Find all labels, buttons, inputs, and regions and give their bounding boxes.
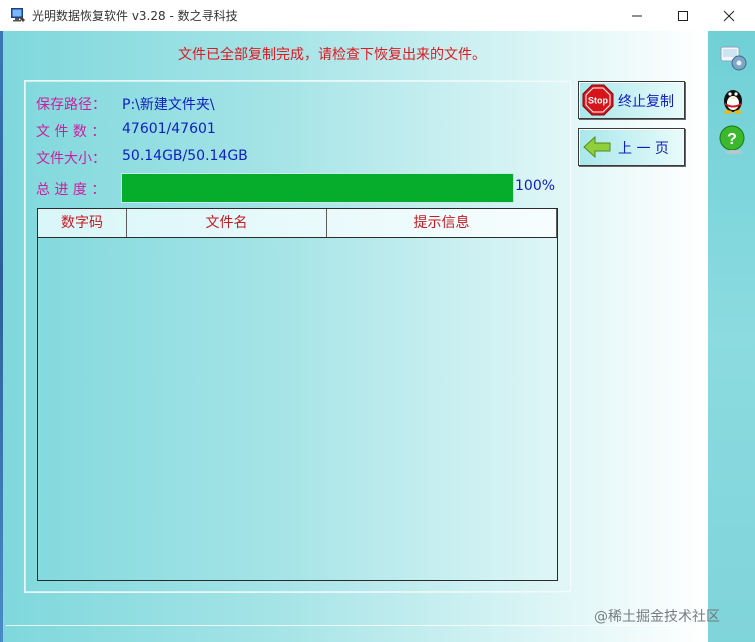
back-arrow-icon <box>583 136 611 158</box>
close-button[interactable] <box>706 0 752 31</box>
column-header-filename[interactable]: 文件名 <box>127 209 327 237</box>
previous-page-label: 上 一 页 <box>618 141 669 157</box>
maximize-icon <box>678 10 688 21</box>
qq-penguin-icon[interactable] <box>717 83 749 115</box>
file-count-label: 文 件 数 ： <box>36 124 106 140</box>
file-size-label: 文件大小： <box>36 151 106 167</box>
watermark-text: @稀土掘金技术社区 <box>594 609 720 625</box>
svg-text:?: ? <box>727 131 737 148</box>
progress-bar-fill <box>122 174 513 202</box>
table-header: 数字码 文件名 提示信息 <box>38 209 557 238</box>
window-title: 光明数据恢复软件 v3.28 - 数之寻科技 <box>32 9 238 23</box>
maximize-button[interactable] <box>660 0 706 31</box>
app-icon <box>11 8 25 22</box>
settings-icon[interactable] <box>717 41 749 73</box>
column-header-message[interactable]: 提示信息 <box>327 209 557 237</box>
right-toolbar: ? <box>706 31 755 642</box>
file-count-value: 47601/47601 <box>122 121 216 137</box>
main-area: 文件已全部复制完成，请检查下恢复出来的文件。 保存路径： P:\新建文件夹\ 文… <box>3 31 709 642</box>
progress-label: 总 进 度 ： <box>36 182 106 198</box>
minimize-button[interactable] <box>614 0 660 31</box>
status-message: 文件已全部复制完成，请检查下恢复出来的文件。 <box>178 47 486 63</box>
save-path-value: P:\新建文件夹\ <box>122 97 215 113</box>
stop-copy-label: 终止复制 <box>618 94 674 110</box>
file-list-table[interactable]: 数字码 文件名 提示信息 <box>37 208 558 581</box>
close-icon <box>723 10 735 21</box>
stop-sign-icon: Stop <box>582 84 614 116</box>
column-header-code[interactable]: 数字码 <box>38 209 127 237</box>
progress-bar <box>121 173 514 203</box>
minimize-icon <box>632 15 642 16</box>
file-size-value: 50.14GB/50.14GB <box>122 148 248 164</box>
previous-page-button[interactable]: 上 一 页 <box>578 128 685 166</box>
save-path-label: 保存路径： <box>36 97 106 113</box>
help-icon[interactable]: ? <box>717 123 749 155</box>
stop-copy-button[interactable]: Stop 终止复制 <box>578 81 685 119</box>
progress-percent: 100% <box>515 178 556 194</box>
title-bar: 光明数据恢复软件 v3.28 - 数之寻科技 <box>0 0 755 32</box>
stop-icon-text: Stop <box>588 96 608 106</box>
